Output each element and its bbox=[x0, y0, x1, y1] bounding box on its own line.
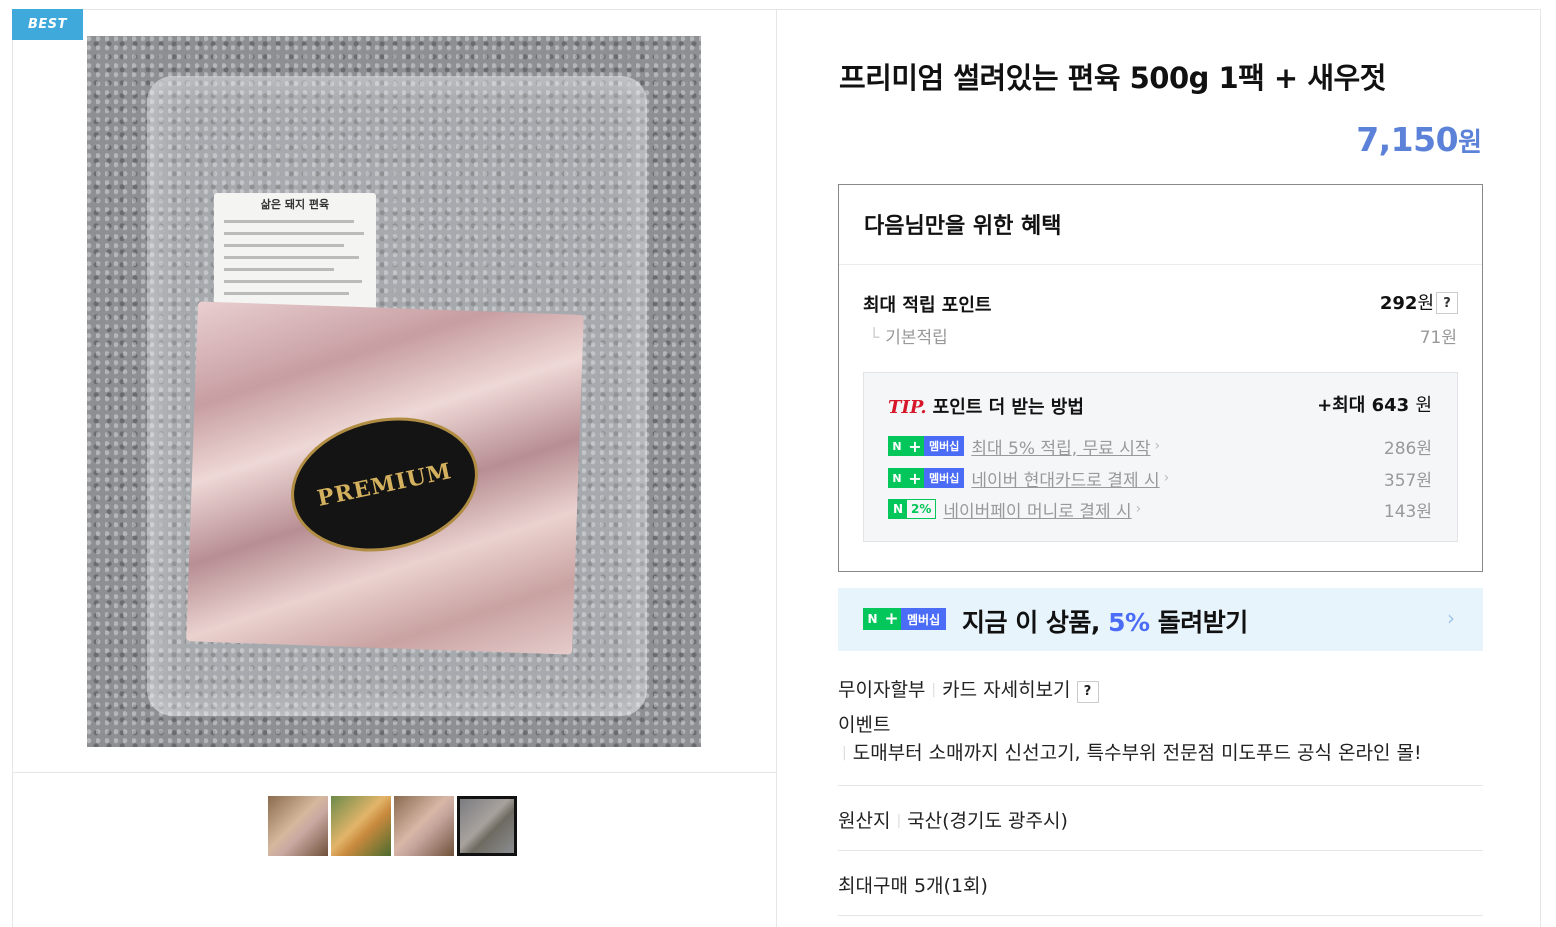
point-help-button[interactable]: ? bbox=[1436, 292, 1458, 314]
tip-amount: 143원 bbox=[1383, 502, 1432, 522]
thumbnail-4-selected[interactable] bbox=[457, 796, 517, 856]
package-label-line bbox=[224, 244, 344, 247]
package-label-line bbox=[224, 256, 359, 259]
tip-box: TIP. 포인트 더 받는 방법 +최대 643 원 N + 멤버십 최대 5% 적립… bbox=[863, 372, 1458, 542]
main-product-image[interactable]: 삶은 돼지 편육 PREMIUM bbox=[87, 36, 701, 747]
thumbnail-1[interactable] bbox=[268, 796, 328, 856]
origin-label: 원산지 bbox=[838, 810, 891, 832]
max-purchase: 최대구매 5개(1회) bbox=[838, 875, 988, 897]
naverpay-2pct-badge: N 2% bbox=[888, 499, 937, 519]
tip-heading: TIP. 포인트 더 받는 방법 bbox=[888, 397, 1084, 418]
max-point-value: 292원 bbox=[1379, 293, 1434, 314]
promo-text: 지금 이 상품, 5% 돌려받기 bbox=[962, 608, 1248, 637]
event-text: 도매부터 소매까지 신선고기, 특수부위 전문점 미도푸드 공식 온라인 몰! bbox=[852, 742, 1422, 764]
max-point-label: 최대 적립 포인트 bbox=[863, 295, 992, 316]
membership-promo-banner[interactable]: N + 멤버십 지금 이 상품, 5% 돌려받기 › bbox=[838, 588, 1483, 651]
installment-label: 무이자할부 bbox=[838, 679, 926, 701]
naver-plus-membership-badge: N + 멤버십 bbox=[863, 608, 947, 630]
package-label-line bbox=[224, 292, 349, 295]
divider bbox=[838, 785, 1483, 786]
thumbnail-2[interactable] bbox=[331, 796, 391, 856]
tip-amount: 286원 bbox=[1383, 439, 1432, 459]
thumbnail-3[interactable] bbox=[394, 796, 454, 856]
tip-row-membership[interactable]: N + 멤버십 최대 5% 적립, 무료 시작 › bbox=[888, 434, 1161, 459]
thumbnail-divider bbox=[12, 772, 776, 773]
tip-link[interactable]: 네이버페이 머니로 결제 시 bbox=[943, 497, 1131, 522]
product-title: 프리미엄 썰려있는 편육 500g 1팩 + 새우젓 bbox=[839, 61, 1386, 95]
chevron-right-icon: › bbox=[1154, 438, 1161, 454]
divider bbox=[838, 915, 1483, 916]
divider bbox=[838, 850, 1483, 851]
branch-icon: └ bbox=[869, 328, 880, 348]
package-label-line bbox=[224, 220, 354, 223]
package-label-title: 삶은 돼지 편육 bbox=[260, 198, 330, 211]
package-label-line bbox=[224, 268, 334, 271]
price-value: 7,150 bbox=[1356, 120, 1459, 159]
benefit-box: 다음님만을 위한 혜택 최대 적립 포인트 292원 ? └ 기본적립 71원 T… bbox=[838, 184, 1483, 572]
basic-point-label: └ 기본적립 bbox=[869, 328, 948, 348]
card-help-button[interactable]: ? bbox=[1076, 680, 1099, 703]
package-label-line bbox=[224, 280, 362, 283]
tip-row-naverpay[interactable]: N 2% 네이버페이 머니로 결제 시 › bbox=[888, 497, 1142, 522]
chevron-right-icon: › bbox=[1135, 501, 1142, 517]
event-row: | 도매부터 소매까지 신선고기, 특수부위 전문점 미도푸드 공식 온라인 몰! bbox=[842, 742, 1422, 764]
benefit-header: 다음님만을 위한 혜택 bbox=[839, 185, 1482, 265]
basic-point-value: 71원 bbox=[1419, 328, 1457, 348]
tip-max-point: +최대 643 원 bbox=[1317, 395, 1432, 416]
tip-mark: TIP. bbox=[888, 397, 927, 418]
event-label: 이벤트 bbox=[838, 714, 891, 736]
naver-plus-membership-badge: N + 멤버십 bbox=[888, 468, 965, 488]
package-label-line bbox=[224, 232, 364, 235]
tip-amount: 357원 bbox=[1383, 471, 1432, 491]
installment-row: 무이자할부 | 카드 자세히보기? bbox=[838, 675, 1099, 703]
chevron-right-icon: › bbox=[1447, 606, 1455, 630]
benefit-title: 다음님만을 위한 혜택 bbox=[864, 214, 1062, 239]
origin-row: 원산지 | 국산(경기도 광주시) bbox=[838, 810, 1068, 832]
chevron-right-icon: › bbox=[1163, 470, 1170, 486]
product-price: 7,150원 bbox=[1356, 120, 1482, 159]
best-badge: BEST bbox=[12, 9, 83, 40]
tip-link[interactable]: 최대 5% 적립, 무료 시작 bbox=[971, 434, 1150, 459]
naver-plus-membership-badge: N + 멤버십 bbox=[888, 436, 965, 456]
tip-row-card[interactable]: N + 멤버십 네이버 현대카드로 결제 시 › bbox=[888, 466, 1170, 491]
card-detail-link[interactable]: 카드 자세히보기 bbox=[942, 679, 1070, 701]
origin-value: 국산(경기도 광주시) bbox=[907, 810, 1068, 832]
price-unit: 원 bbox=[1458, 128, 1482, 158]
tip-link[interactable]: 네이버 현대카드로 결제 시 bbox=[971, 466, 1159, 491]
